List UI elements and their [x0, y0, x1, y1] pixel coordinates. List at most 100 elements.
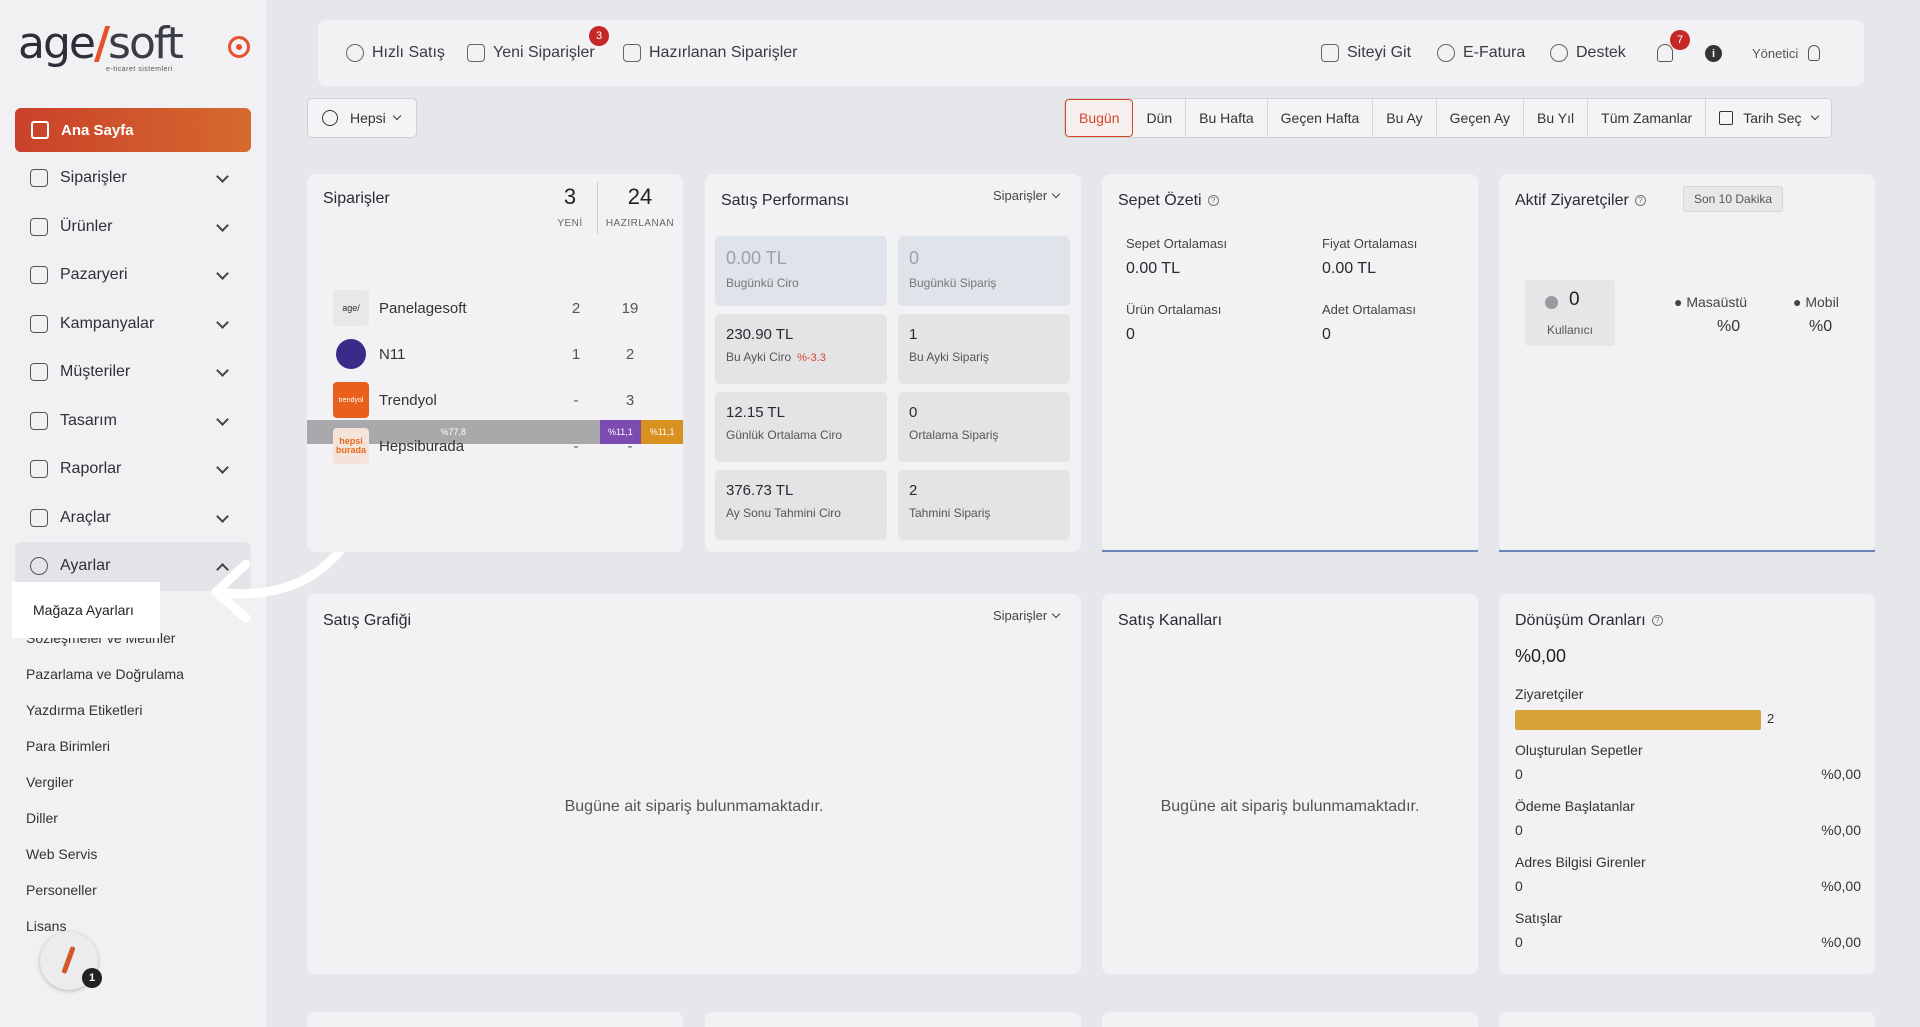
chevron-down-icon — [216, 315, 229, 329]
store-filter-dropdown[interactable]: Hepsi — [307, 98, 417, 138]
range-all-time[interactable]: Tüm Zamanlar — [1588, 99, 1707, 137]
funnel-count: 0 — [1515, 934, 1523, 950]
card-title: Sepet Özeti? — [1118, 192, 1219, 210]
orders-card: Siparişler 3 YENİ 24 HAZIRLANAN %77,8 %11… — [307, 174, 683, 552]
channel-row[interactable]: N11 1 2 — [333, 334, 663, 374]
help-launcher-button[interactable]: 1 — [40, 932, 102, 990]
visitors-value: 2 — [1767, 711, 1775, 726]
partial-card — [307, 1012, 683, 1027]
sales-performance-card: Satış Performansı Siparişler 0.00 TL Bugü… — [705, 174, 1081, 552]
metric-box: 0.00 TL Bugünkü Ciro — [715, 236, 887, 306]
gift-icon — [30, 314, 48, 333]
date-range-tabs: Bugün Dün Bu Hafta Geçen Hafta Bu Ay Geç… — [1064, 98, 1832, 138]
quick-sale-link[interactable]: Hızlı Satış — [346, 20, 445, 86]
range-this-year[interactable]: Bu Yıl — [1524, 99, 1589, 137]
sidebar-item-marketplace[interactable]: Pazaryeri — [15, 251, 251, 300]
submenu-item[interactable]: Vergiler — [26, 764, 246, 800]
metric-box: 230.90 TL Bu Ayki Ciro %-3.3 — [715, 314, 887, 384]
prepared-orders-link[interactable]: Hazırlanan Siparişler — [623, 20, 798, 86]
bolt-icon — [346, 44, 364, 62]
card-title: Satış Kanalları — [1118, 612, 1223, 629]
performance-dropdown[interactable]: Siparişler — [993, 188, 1059, 203]
sidebar-item-customers[interactable]: Müşteriler — [15, 348, 251, 397]
submenu-item[interactable]: Yazdırma Etiketleri — [26, 692, 246, 728]
submenu-item[interactable]: Diller — [26, 800, 246, 836]
submenu-item[interactable]: Pazarlama ve Doğrulama — [26, 656, 246, 692]
funnel-count: 0 — [1515, 878, 1523, 894]
bell-icon[interactable] — [1657, 44, 1673, 62]
funnel-percent: %0,00 — [1821, 766, 1861, 782]
invoice-icon — [1437, 44, 1455, 62]
channel-row[interactable]: hepsi burada Hepsiburada - - — [333, 426, 663, 466]
notification-badge: 1 — [82, 968, 102, 988]
new-orders-badge: 3 — [589, 26, 609, 46]
metric-box: 0 Ortalama Sipariş — [898, 392, 1070, 462]
mobile-label: ● Mobil — [1793, 294, 1839, 310]
notification-badge: 7 — [1670, 30, 1690, 50]
card-title: Satış Grafiği — [323, 612, 412, 629]
desktop-label: ● Masaüstü — [1674, 294, 1748, 310]
help-icon: ? — [1207, 195, 1219, 207]
new-orders-link[interactable]: Yeni Siparişler — [467, 20, 595, 86]
channel-row[interactable]: age/ Panelagesoft 2 19 — [333, 288, 663, 328]
chevron-down-icon — [216, 218, 229, 232]
sidebar-item-campaigns[interactable]: Kampanyalar — [15, 300, 251, 349]
cart-icon — [30, 169, 48, 188]
metric-value: 0.00 TL — [1126, 260, 1180, 277]
info-icon[interactable]: i — [1705, 45, 1722, 62]
range-this-week[interactable]: Bu Hafta — [1186, 99, 1268, 137]
submenu-item-store-settings[interactable]: Mağaza Ayarları — [12, 582, 160, 638]
sidebar-item-reports[interactable]: Raporlar — [15, 445, 251, 494]
partial-card — [1499, 1012, 1875, 1027]
globe-icon — [322, 110, 338, 126]
range-today[interactable]: Bugün — [1065, 99, 1134, 137]
funnel-count: 0 — [1515, 766, 1523, 782]
card-title: Aktif Ziyaretçiler? — [1515, 192, 1646, 210]
visitors-label: Ziyaretçiler — [1515, 686, 1584, 702]
funnel-label: Adres Bilgisi Girenler — [1515, 854, 1646, 870]
desktop-value: %0 — [1717, 318, 1741, 335]
channel-row[interactable]: trendyol Trendyol - 3 — [333, 380, 663, 420]
go-site-link[interactable]: Siteyi Git — [1321, 20, 1411, 86]
range-last-week[interactable]: Geçen Hafta — [1268, 99, 1374, 137]
funnel-label: Satışlar — [1515, 910, 1563, 926]
chevron-down-icon — [216, 364, 229, 377]
support-link[interactable]: Destek — [1550, 20, 1626, 86]
logo-tagline: e-ticaret sistemleri — [106, 66, 173, 73]
sidebar-item-products[interactable]: Ürünler — [15, 203, 251, 252]
home-button[interactable]: Ana Sayfa — [15, 108, 251, 152]
sidebar-item-design[interactable]: Tasarım — [15, 397, 251, 446]
user-icon — [30, 363, 48, 382]
submenu-item[interactable]: Para Birimleri — [26, 728, 246, 764]
sidebar-item-orders[interactable]: Siparişler — [15, 154, 251, 203]
hepsiburada-logo: hepsi burada — [333, 428, 369, 464]
trend-down-badge: %-3.3 — [797, 352, 826, 364]
funnel-percent: %0,00 — [1821, 878, 1861, 894]
sales-chart-card: Satış Grafiği Siparişler Bugüne ait sipa… — [307, 594, 1081, 974]
headset-icon — [1550, 44, 1568, 62]
range-yesterday[interactable]: Dün — [1133, 99, 1187, 137]
target-icon[interactable] — [228, 36, 250, 58]
einvoice-link[interactable]: E-Fatura — [1437, 20, 1525, 86]
funnel-label: Ödeme Başlatanlar — [1515, 798, 1635, 814]
submenu-item[interactable]: Web Servis — [26, 836, 246, 872]
partial-card — [705, 1012, 1081, 1027]
sales-chart-dropdown[interactable]: Siparişler — [993, 608, 1059, 623]
metric-value: 0.00 TL — [1322, 260, 1376, 277]
agesoft-logo: age/ — [333, 290, 369, 326]
status-dot — [1545, 296, 1558, 309]
chevron-down-icon — [1810, 111, 1819, 121]
submenu-item[interactable]: Personeller — [26, 872, 246, 908]
calendar-icon — [1719, 111, 1734, 125]
gear-icon — [30, 557, 48, 576]
home-icon — [31, 121, 49, 139]
agesoft-logo[interactable]: age/soft e-ticaret sistemleri — [18, 18, 198, 74]
range-last-month[interactable]: Geçen Ay — [1437, 99, 1525, 137]
cart-icon — [467, 44, 485, 62]
user-menu[interactable]: Yönetici — [1752, 20, 1821, 86]
metric-box: 1 Bu Ayki Sipariş — [898, 314, 1070, 384]
empty-state-text: Bugüne ait sipariş bulunmamaktadır. — [564, 798, 824, 815]
range-this-month[interactable]: Bu Ay — [1373, 99, 1437, 137]
range-pick-date[interactable]: Tarih Seç — [1706, 99, 1830, 137]
funnel-percent: %0,00 — [1821, 822, 1861, 838]
